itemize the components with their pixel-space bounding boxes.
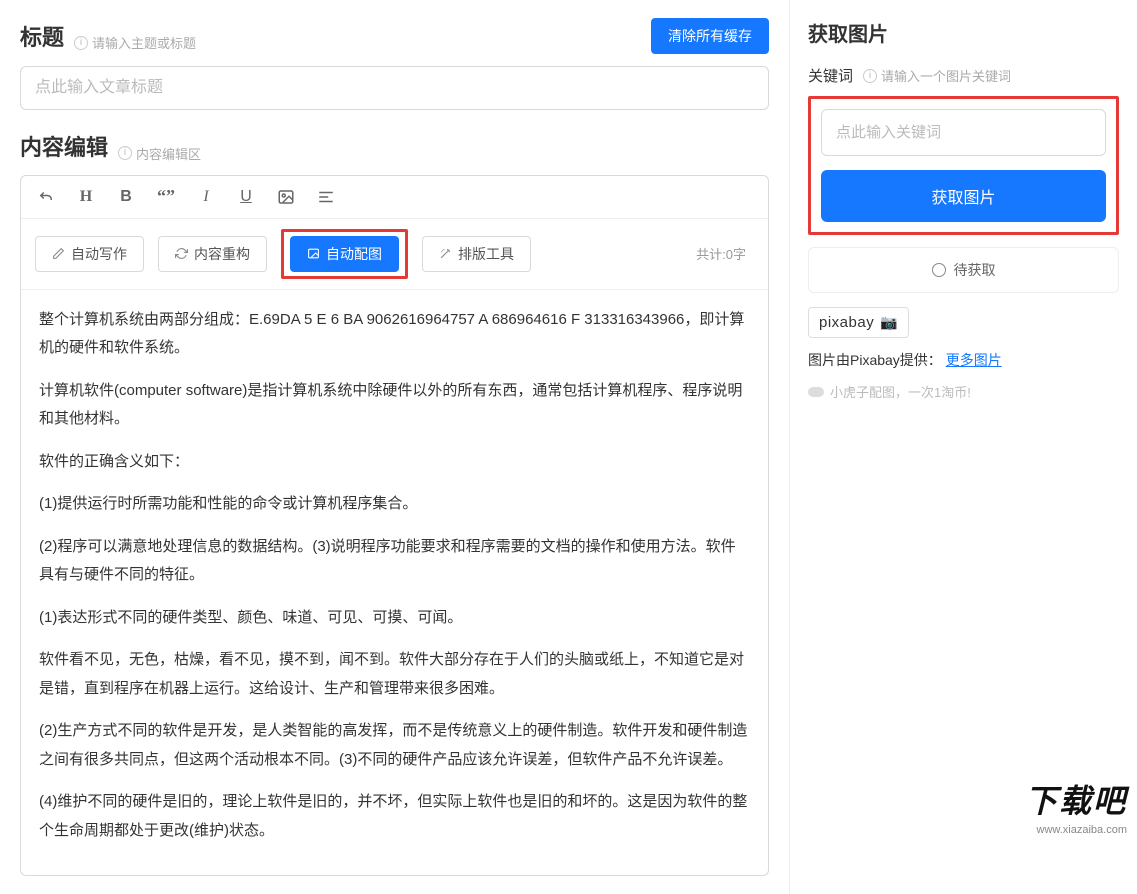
editor-paragraph: (2)生产方式不同的软件是开发，是人类智能的高发挥，而不是传统意义上的硬件制造。… bbox=[39, 717, 750, 774]
pending-icon bbox=[932, 263, 946, 277]
align-icon[interactable] bbox=[317, 188, 335, 206]
more-images-link[interactable]: 更多图片 bbox=[946, 352, 1002, 368]
info-icon: i bbox=[74, 36, 88, 50]
heading-icon[interactable]: H bbox=[77, 188, 95, 206]
keyword-label: 关键词 bbox=[808, 65, 853, 86]
content-hint: i 内容编辑区 bbox=[118, 144, 201, 163]
editor-paragraph: 软件的正确含义如下： bbox=[39, 448, 750, 477]
editor-body[interactable]: 整个计算机系统由两部分组成：E.69DA 5 E 6 BA 9062616964… bbox=[21, 290, 768, 876]
wand-icon bbox=[439, 247, 452, 260]
side-footer-note: 小虎子配图，一次1淘币! bbox=[808, 382, 1119, 401]
info-icon: i bbox=[863, 69, 877, 83]
bold-icon[interactable]: B bbox=[117, 188, 135, 206]
auto-write-button[interactable]: 自动写作 bbox=[35, 236, 144, 272]
editor-paragraph: 计算机软件(computer software)是指计算机系统中除硬件以外的所有… bbox=[39, 377, 750, 434]
article-title-input[interactable] bbox=[20, 66, 769, 110]
picture-icon bbox=[307, 247, 320, 260]
title-heading: 标题 bbox=[20, 20, 64, 52]
side-heading: 获取图片 bbox=[808, 18, 1119, 47]
sidebar: 获取图片 关键词 i 请输入一个图片关键词 获取图片 待获取 pixabay 📷… bbox=[789, 0, 1137, 894]
quote-icon[interactable]: “” bbox=[157, 188, 175, 206]
layout-tool-button[interactable]: 排版工具 bbox=[422, 236, 531, 272]
editor-paragraph: (1)表达形式不同的硬件类型、颜色、味道、可见、可摸、可闻。 bbox=[39, 604, 750, 633]
camera-icon: 📷 bbox=[880, 314, 898, 331]
fetch-image-button[interactable]: 获取图片 bbox=[821, 170, 1106, 222]
editor-paragraph: 整个计算机系统由两部分组成：E.69DA 5 E 6 BA 9062616964… bbox=[39, 306, 750, 363]
editor: H B “” I U 自动写作 内容重构 bbox=[20, 175, 769, 877]
auto-image-button[interactable]: 自动配图 bbox=[290, 236, 399, 272]
undo-icon[interactable] bbox=[37, 188, 55, 206]
image-credit: 图片由Pixabay提供： 更多图片 bbox=[808, 350, 1119, 370]
editor-paragraph: (2)程序可以满意地处理信息的数据结构。(3)说明程序功能要求和程序需要的文档的… bbox=[39, 533, 750, 590]
image-icon[interactable] bbox=[277, 188, 295, 206]
editor-paragraph: 软件看不见，无色，枯燥，看不见，摸不到，闻不到。软件大部分存在于人们的头脑或纸上… bbox=[39, 646, 750, 703]
action-toolbar: 自动写作 内容重构 自动配图 排版工具 共计:0字 bbox=[21, 219, 768, 290]
underline-icon[interactable]: U bbox=[237, 188, 255, 206]
info-icon: i bbox=[118, 146, 132, 160]
pixabay-badge: pixabay 📷 bbox=[808, 307, 909, 338]
restructure-button[interactable]: 内容重构 bbox=[158, 236, 267, 272]
word-count: 共计:0字 bbox=[696, 244, 746, 263]
content-heading: 内容编辑 bbox=[20, 130, 108, 162]
italic-icon[interactable]: I bbox=[197, 188, 215, 206]
title-section-header: 标题 i 请输入主题或标题 清除所有缓存 bbox=[20, 18, 769, 54]
fetch-status: 待获取 bbox=[808, 247, 1119, 293]
auto-image-highlight: 自动配图 bbox=[281, 229, 408, 279]
refresh-icon bbox=[175, 247, 188, 260]
format-toolbar: H B “” I U bbox=[21, 176, 768, 219]
watermark: 下载吧 www.xiazaiba.com bbox=[1015, 772, 1137, 840]
pencil-icon bbox=[52, 247, 65, 260]
keyword-highlight-box: 获取图片 bbox=[808, 96, 1119, 235]
clear-cache-button[interactable]: 清除所有缓存 bbox=[651, 18, 769, 54]
editor-paragraph: (1)提供运行时所需功能和性能的命令或计算机程序集合。 bbox=[39, 490, 750, 519]
keyword-hint: i 请输入一个图片关键词 bbox=[863, 66, 1011, 85]
editor-paragraph: (4)维护不同的硬件是旧的，理论上软件是旧的，并不坏，但实际上软件也是旧的和坏的… bbox=[39, 788, 750, 845]
keyword-input[interactable] bbox=[821, 109, 1106, 156]
cloud-icon bbox=[808, 387, 824, 397]
title-hint: i 请输入主题或标题 bbox=[74, 33, 196, 52]
